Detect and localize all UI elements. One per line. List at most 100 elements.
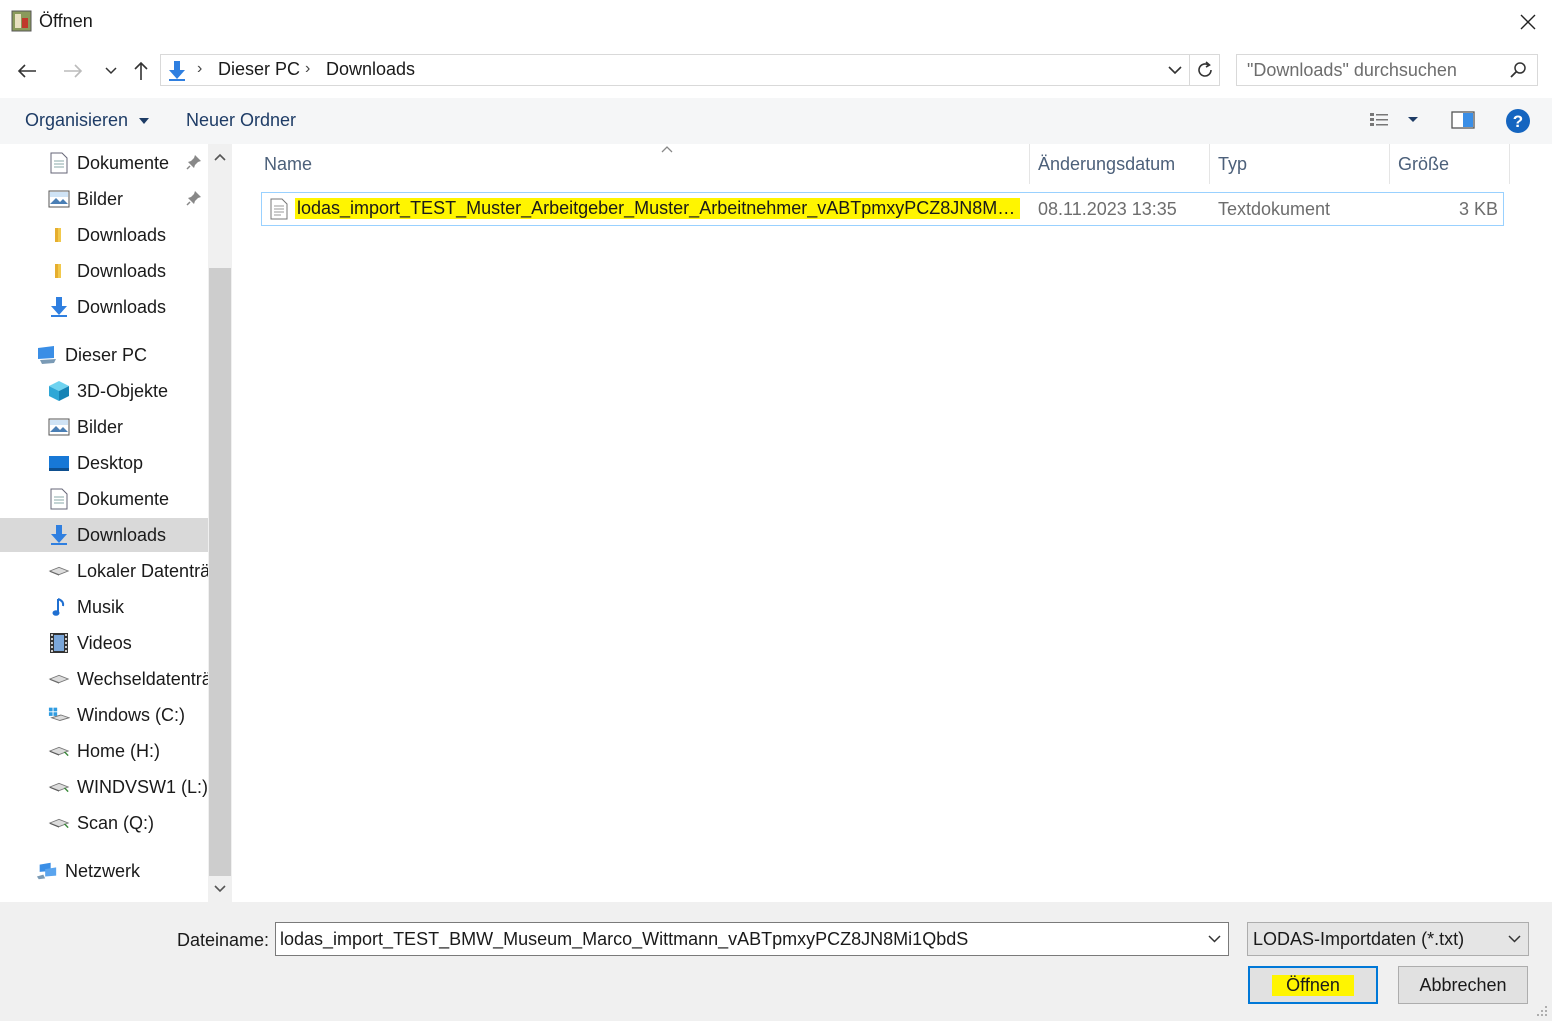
column-header-name[interactable]: Name [256, 144, 1030, 184]
video-icon [48, 632, 70, 654]
open-button-label: Öffnen [1272, 974, 1354, 996]
refresh-button[interactable] [1190, 54, 1220, 86]
column-header-size[interactable]: Größe [1390, 144, 1510, 184]
document-icon [48, 152, 70, 174]
svg-text:?: ? [1513, 112, 1523, 131]
nav-scrollbar[interactable] [208, 144, 232, 902]
breadcrumb-downloads[interactable]: Downloads [326, 59, 415, 80]
chevron-right-icon: › [305, 60, 311, 77]
search-box[interactable] [1236, 54, 1538, 86]
column-header-type[interactable]: Typ [1210, 144, 1390, 184]
download-icon [48, 524, 70, 546]
sidebar-item[interactable]: Lokaler Datenträ [0, 554, 210, 588]
network-drive-icon [48, 740, 70, 762]
sidebar-item[interactable]: Home (H:) [0, 734, 208, 768]
sidebar-item-label: Bilder [77, 188, 124, 209]
sidebar-item[interactable]: Musik [0, 590, 208, 624]
scroll-down-button[interactable] [208, 876, 232, 902]
sidebar-item[interactable]: Dokumente [0, 482, 208, 516]
close-icon [1520, 14, 1536, 30]
recent-locations-button[interactable] [96, 56, 126, 86]
pin-icon[interactable] [186, 190, 202, 211]
sidebar-item-label: Downloads [77, 524, 167, 545]
filetype-dropdown-button[interactable] [1500, 923, 1528, 955]
up-button[interactable] [126, 56, 156, 86]
breadcrumb-this-pc[interactable]: Dieser PC [218, 59, 300, 80]
scroll-up-button[interactable] [208, 144, 232, 170]
back-button[interactable] [12, 56, 42, 86]
chevron-down-icon [214, 885, 226, 893]
sidebar-item[interactable]: WINDVSW1 (L:) [0, 770, 208, 804]
sidebar-item-label: Downloads [77, 260, 167, 281]
sidebar-item[interactable]: Dieser PC [0, 338, 208, 372]
close-button[interactable] [1504, 0, 1552, 44]
address-bar[interactable]: › Dieser PC › Downloads [160, 54, 1190, 86]
filename-dropdown-button[interactable] [1200, 923, 1228, 955]
help-button[interactable]: ? [1505, 108, 1531, 139]
sidebar-item[interactable]: Downloads [0, 290, 208, 324]
new-folder-button[interactable]: Neuer Ordner [186, 110, 296, 131]
pictures-icon [48, 416, 70, 438]
sidebar-item[interactable]: Downloads [0, 218, 208, 252]
sidebar-item[interactable]: Bilder [0, 182, 208, 216]
filename-label: Dateiname: [177, 930, 270, 950]
sidebar-item[interactable]: Bilder [0, 410, 208, 444]
filename-input[interactable] [280, 927, 1190, 951]
scroll-thumb[interactable] [209, 268, 231, 876]
navigation-pane: Dokumente Bilder Downloads Downloads Downloa… [0, 144, 232, 902]
preview-pane-button[interactable] [1451, 111, 1475, 134]
sidebar-item[interactable]: 3D-Objekte [0, 374, 208, 408]
chevron-down-icon [105, 67, 117, 75]
resize-grip-icon[interactable] [1536, 1005, 1548, 1017]
sidebar-item-label: Windows (C:) [77, 704, 186, 725]
column-header-date[interactable]: Änderungsdatum [1030, 144, 1210, 184]
organize-button[interactable]: Organisieren [25, 110, 150, 131]
cube-icon [48, 380, 70, 402]
sidebar-item[interactable]: Downloads [0, 518, 208, 552]
computer-icon [36, 344, 58, 366]
sidebar-item-label: Downloads [77, 224, 167, 245]
file-list: Name Änderungsdatum Typ Größe lodas_impo… [232, 144, 1552, 902]
network-drive-icon [48, 812, 70, 834]
chevron-right-icon: › [197, 60, 203, 77]
drive-icon [48, 668, 70, 690]
sidebar-item[interactable]: Netzwerk [0, 854, 208, 888]
drive-icon [48, 560, 70, 582]
sidebar-item-label: Dokumente [77, 488, 170, 509]
sidebar-item[interactable]: Scan (Q:) [0, 806, 208, 840]
music-icon [48, 596, 70, 618]
cancel-button[interactable]: Abbrechen [1398, 966, 1528, 1004]
sidebar-item[interactable]: Videos [0, 626, 208, 660]
file-name: lodas_import_TEST_Muster_Arbeitgeber_Mus… [295, 198, 1020, 219]
app-icon [11, 10, 32, 32]
sidebar-item-label: Bilder [77, 416, 124, 437]
pin-icon[interactable] [186, 154, 202, 175]
sidebar-item-label: Musik [77, 596, 125, 617]
text-file-icon [270, 198, 288, 220]
column-date-label: Änderungsdatum [1038, 153, 1176, 174]
sidebar-item[interactable]: Windows (C:) [0, 698, 208, 732]
address-row: › Dieser PC › Downloads [0, 44, 1552, 98]
dialog-footer: Dateiname: LODAS-Importdaten (*.txt) Öff… [0, 902, 1552, 1021]
sidebar-item[interactable]: Wechseldatenträ [0, 662, 212, 696]
filename-combobox[interactable] [275, 922, 1229, 956]
file-date: 08.11.2023 13:35 [1038, 199, 1177, 219]
open-button[interactable]: Öffnen [1248, 966, 1378, 1004]
filetype-select[interactable]: LODAS-Importdaten (*.txt) [1247, 922, 1529, 956]
sidebar-item-label: Home (H:) [77, 740, 161, 761]
address-dropdown-button[interactable] [1161, 55, 1189, 85]
network-icon [36, 860, 58, 882]
window-title: Öffnen [39, 11, 93, 31]
column-size-label: Größe [1398, 153, 1450, 174]
view-options-button[interactable] [1368, 111, 1424, 134]
command-bar: Organisieren Neuer Ordner ? [0, 98, 1552, 144]
file-row[interactable]: lodas_import_TEST_Muster_Arbeitgeber_Mus… [261, 192, 1504, 226]
sidebar-item[interactable]: Dokumente [0, 146, 208, 180]
sidebar-item[interactable]: Desktop [0, 446, 208, 480]
forward-button[interactable] [58, 56, 88, 86]
help-icon: ? [1506, 109, 1530, 133]
sidebar-item[interactable]: Downloads [0, 254, 208, 288]
title-bar: Öffnen [0, 0, 1552, 44]
folder-icon [48, 224, 70, 246]
search-input[interactable] [1247, 58, 1497, 82]
